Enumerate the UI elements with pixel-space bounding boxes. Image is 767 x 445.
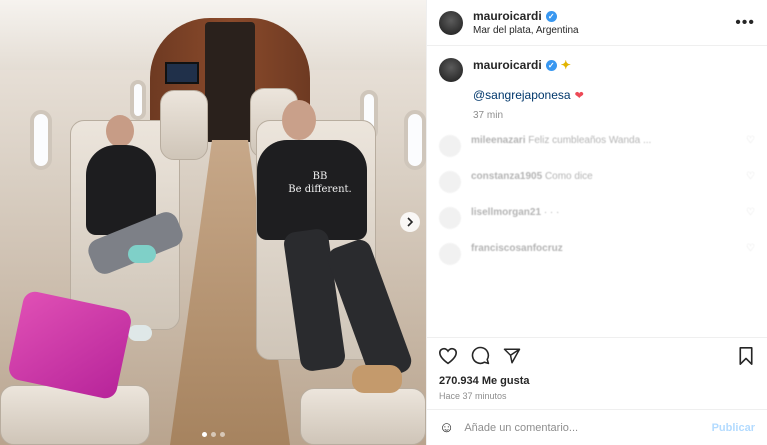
verified-badge-icon: ✓: [545, 10, 557, 22]
mention-link[interactable]: @sangrejaponesa: [473, 88, 571, 102]
caption: mauroicardi ✓ ✦ @sangrejaponesa ❤ 37 min: [439, 58, 755, 121]
action-bar: [427, 337, 767, 373]
comment-username[interactable]: lisellmorgan21: [471, 207, 541, 218]
post-sidebar: mauroicardi ✓ Mar del plata, Argentina •…: [426, 0, 767, 445]
comment-body: franciscosanfocruz: [471, 243, 563, 265]
smiley-icon[interactable]: ☺: [439, 419, 454, 436]
location-link[interactable]: Mar del plata, Argentina: [473, 25, 579, 36]
carousel-dot: [219, 432, 225, 437]
add-comment-bar: ☺ Publicar: [427, 409, 767, 445]
caption-body: mauroicardi ✓ ✦ @sangrejaponesa ❤ 37 min: [473, 58, 584, 121]
person-sneaker: [128, 245, 156, 263]
username-link[interactable]: mauroicardi: [473, 9, 542, 23]
carousel-dot: [210, 432, 216, 437]
publish-button[interactable]: Publicar: [712, 422, 755, 434]
header-text: mauroicardi ✓ Mar del plata, Argentina: [473, 9, 579, 36]
person-head: [106, 115, 134, 147]
comment-item: mileenazari Feliz cumbleaños Wanda ... ♡: [439, 135, 755, 157]
cabin-door: [205, 22, 255, 142]
likes-count[interactable]: 270.934 Me gusta: [427, 373, 767, 389]
verified-badge-icon: ✓: [545, 59, 557, 71]
comment-body: constanza1905 Como dice: [471, 171, 593, 193]
post-timestamp: Hace 37 minutos: [439, 391, 507, 401]
bookmark-icon[interactable]: [735, 345, 757, 367]
avatar[interactable]: [439, 207, 461, 229]
send-icon[interactable]: [501, 345, 523, 367]
cabin-window: [30, 110, 52, 170]
comment-body: lisellmorgan21 · · ·: [471, 207, 559, 229]
carousel-indicator: [0, 432, 426, 437]
shirt-slogan: Be different.: [288, 184, 352, 195]
avatar[interactable]: [439, 171, 461, 193]
heart-icon[interactable]: ♡: [746, 207, 755, 229]
avatar[interactable]: [439, 135, 461, 157]
instagram-post: BB Be different. mauroicardi ✓ Mar del p…: [0, 0, 767, 445]
comment-username[interactable]: mileenazari: [471, 135, 525, 146]
shirt-logo: BB: [312, 171, 328, 182]
comment-icon[interactable]: [469, 345, 491, 367]
comment-input[interactable]: [464, 421, 702, 434]
heart-icon[interactable]: [437, 345, 459, 367]
header-username-row: mauroicardi ✓: [473, 9, 579, 23]
comment-text: Feliz cumbleaños Wanda ...: [528, 135, 652, 146]
heart-icon[interactable]: ♡: [746, 135, 755, 157]
post-photo[interactable]: BB Be different.: [0, 0, 426, 445]
avatar[interactable]: [439, 58, 463, 82]
more-horizontal-icon[interactable]: •••: [735, 14, 755, 32]
comment-body: mileenazari Feliz cumbleaños Wanda ...: [471, 135, 651, 157]
person-boot: [352, 365, 402, 393]
avatar[interactable]: [439, 10, 463, 35]
comment-item: lisellmorgan21 · · · ♡: [439, 207, 755, 229]
caption-username-link[interactable]: mauroicardi: [473, 58, 542, 72]
person-right: [252, 100, 422, 400]
shirt-print: BB Be different.: [280, 170, 360, 196]
carousel-dot: [201, 432, 207, 437]
caption-time: 37 min: [473, 110, 504, 121]
comment-text: Como dice: [544, 171, 593, 182]
comment-username[interactable]: constanza1905: [471, 171, 542, 182]
avatar[interactable]: [439, 243, 461, 265]
heart-icon[interactable]: ♡: [746, 171, 755, 193]
heart-icon[interactable]: ♡: [746, 243, 755, 265]
sparkle-icon: ✦: [560, 58, 571, 72]
chevron-right-icon[interactable]: [400, 212, 420, 232]
comment-item: franciscosanfocruz ♡: [439, 243, 755, 265]
person-head: [282, 100, 316, 140]
comment-item: constanza1905 Como dice ♡: [439, 171, 755, 193]
comment-username[interactable]: franciscosanfocruz: [471, 243, 563, 254]
post-header: mauroicardi ✓ Mar del plata, Argentina •…: [427, 0, 767, 46]
red-heart-emoji-icon: ❤: [574, 89, 584, 102]
cabin-screen: [165, 62, 199, 84]
comments-section: mauroicardi ✓ ✦ @sangrejaponesa ❤ 37 min…: [427, 46, 767, 337]
caption-mention-row: @sangrejaponesa ❤: [473, 88, 584, 102]
comment-text: · · ·: [543, 207, 560, 218]
caption-username-row: mauroicardi ✓ ✦: [473, 58, 584, 72]
person-sneaker: [128, 325, 152, 341]
